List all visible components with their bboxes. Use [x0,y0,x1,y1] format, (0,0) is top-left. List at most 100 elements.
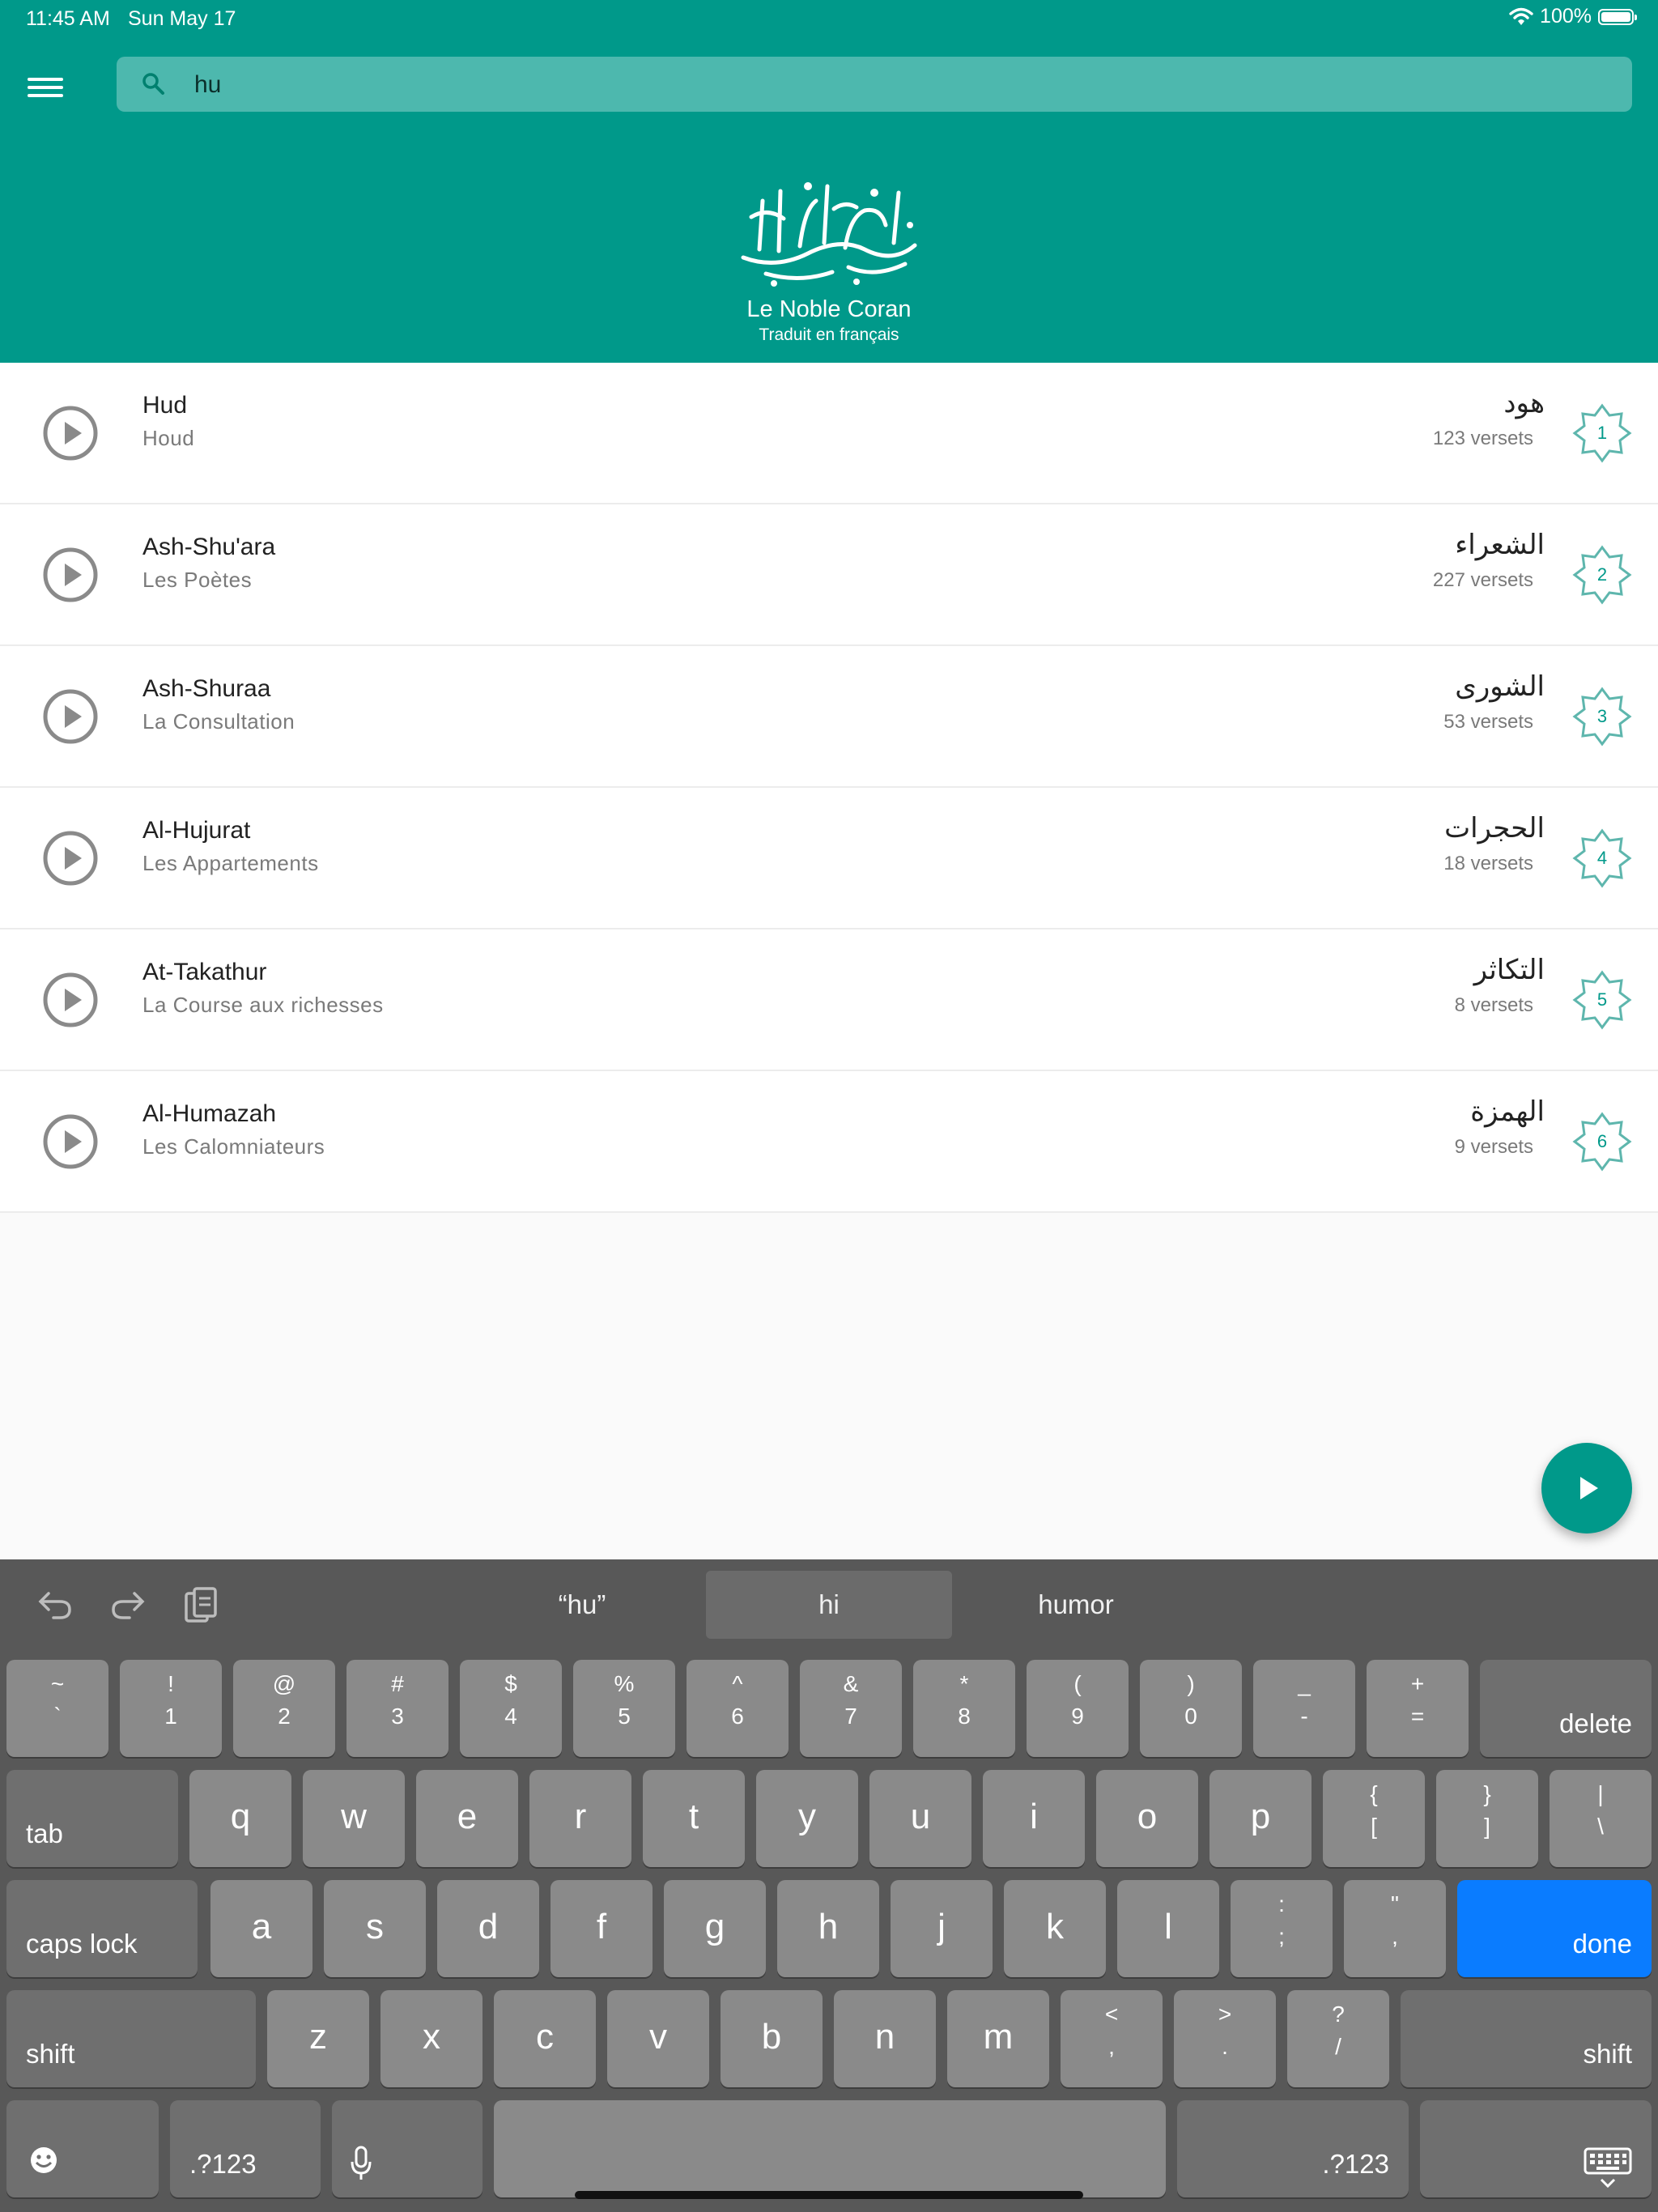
surah-row[interactable]: Ash-Shu'ara Les Poètes الشعراء 227 verse… [0,504,1658,646]
key-5[interactable]: % 5 [573,1660,675,1757]
play-circle-icon[interactable] [42,972,99,1028]
hamburger-icon-line [28,78,63,81]
verse-count: 18 versets [1443,853,1533,874]
play-circle-icon[interactable] [42,688,99,745]
key-z[interactable]: z [267,1990,369,2087]
key-2[interactable]: @2 [233,1660,335,1757]
surah-name: Ash-Shu'ara [142,534,276,560]
key-u[interactable]: u [869,1770,971,1867]
key-label: i [1030,1797,1038,1836]
delete-key[interactable]: delete [1480,1660,1652,1757]
key-top: & [843,1671,859,1696]
key-bottom: ] [1484,1814,1490,1839]
key-v[interactable]: v [607,1990,709,2087]
key-k[interactable]: k [1004,1880,1106,1977]
key-c[interactable]: c [494,1990,596,2087]
key-o[interactable]: o [1096,1770,1198,1867]
play-all-button[interactable] [1541,1443,1632,1534]
verse-count: 227 versets [1432,569,1533,591]
shift-left-key[interactable]: shift [6,1990,256,2087]
surah-arabic-name: الشعراء [1455,529,1545,561]
key-1[interactable]: ! 1 [120,1660,222,1757]
key-f[interactable]: f [551,1880,653,1977]
surah-number: 5 [1596,989,1608,1010]
key-x[interactable]: x [380,1990,483,2087]
suggestion-3[interactable]: humor [952,1571,1200,1639]
suggestion-2[interactable]: hi [706,1571,952,1639]
key-j[interactable]: j [891,1880,993,1977]
key-t[interactable]: t [643,1770,745,1867]
key-,[interactable]: ", [1344,1880,1446,1977]
dictation-key[interactable] [332,2100,483,2197]
emoji-key[interactable] [6,2100,159,2197]
done-key[interactable]: done [1457,1880,1652,1977]
menu-button[interactable] [28,73,63,108]
status-right: 100% [1509,5,1637,28]
key-bottom: 9 [1071,1704,1084,1729]
key-r[interactable]: r [529,1770,631,1867]
key-`[interactable]: ~ ` [6,1660,108,1757]
key-=[interactable]: + = [1367,1660,1469,1757]
surah-row[interactable]: Al-Humazah Les Calomniateurs الهمزة 9 ve… [0,1071,1658,1213]
key-n[interactable]: n [834,1990,936,2087]
key-b[interactable]: b [721,1990,823,2087]
key-label: p [1250,1797,1271,1836]
key-a[interactable]: a [210,1880,312,1977]
space-bar[interactable] [494,2100,1166,2197]
key-w[interactable]: w [303,1770,405,1867]
surah-row[interactable]: Hud Houd هود 123 versets 1 [0,363,1658,504]
numbers-key-right[interactable]: .?123 [1177,2100,1409,2197]
key-g[interactable]: g [664,1880,766,1977]
key-6[interactable]: ^ 6 [687,1660,789,1757]
suggestion-1[interactable]: “hu” [458,1571,706,1639]
key-[[interactable]: {[ [1323,1770,1425,1867]
play-circle-icon[interactable] [42,547,99,603]
tab-key[interactable]: tab [6,1770,178,1867]
surah-row[interactable]: Al-Hujurat Les Appartements الحجرات 18 v… [0,788,1658,929]
play-circle-icon[interactable] [42,830,99,887]
key-h[interactable]: h [777,1880,879,1977]
surah-name: Al-Humazah [142,1100,277,1127]
key-e[interactable]: e [416,1770,518,1867]
key-;[interactable]: :; [1231,1880,1333,1977]
surah-translation: La Consultation [142,709,295,734]
undo-icon[interactable] [37,1585,73,1621]
clipboard-paste-icon[interactable] [183,1585,219,1624]
surah-row[interactable]: At-Takathur La Course aux richesses التك… [0,929,1658,1071]
shift-right-key[interactable]: shift [1401,1990,1652,2087]
key-d[interactable]: d [437,1880,539,1977]
play-circle-icon[interactable] [42,405,99,462]
key-3[interactable]: #3 [346,1660,449,1757]
hide-keyboard-key[interactable] [1420,2100,1652,2197]
key-\[interactable]: | \ [1550,1770,1652,1867]
redo-icon[interactable] [110,1585,146,1621]
play-circle-icon[interactable] [42,1113,99,1170]
key-s[interactable]: s [324,1880,426,1977]
numbers-key-left[interactable]: .?123 [170,2100,321,2197]
key-top: ( [1073,1671,1082,1696]
key--[interactable]: _ - [1253,1660,1355,1757]
key-0[interactable]: ) 0 [1140,1660,1242,1757]
key-top: < [1104,2001,1119,2027]
search-input[interactable] [193,57,1572,113]
surah-row[interactable]: Ash-Shuraa La Consultation الشورى 53 ver… [0,646,1658,788]
key-,[interactable]: <, [1061,1990,1163,2087]
surah-arabic-name: الحجرات [1444,812,1545,844]
key-9[interactable]: (9 [1027,1660,1129,1757]
key-][interactable]: }] [1436,1770,1538,1867]
key-l[interactable]: l [1117,1880,1219,1977]
key-q[interactable]: q [189,1770,291,1867]
caps-lock-key[interactable]: caps lock [6,1880,198,1977]
key-/[interactable]: ? / [1287,1990,1389,2087]
battery-icon [1598,8,1637,25]
key-.[interactable]: >. [1174,1990,1276,2087]
key-label: h [818,1907,839,1946]
key-m[interactable]: m [947,1990,1049,2087]
key-p[interactable]: p [1209,1770,1312,1867]
search-bar[interactable] [117,57,1632,113]
key-8[interactable]: * 8 [913,1660,1015,1757]
key-i[interactable]: i [983,1770,1085,1867]
key-7[interactable]: & 7 [800,1660,902,1757]
key-4[interactable]: $4 [460,1660,562,1757]
key-y[interactable]: y [756,1770,858,1867]
